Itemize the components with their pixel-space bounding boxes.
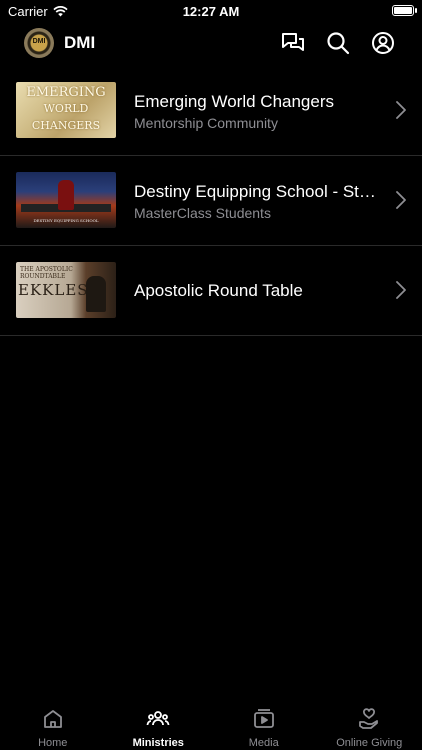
tab-ministries[interactable]: Ministries [106,700,212,750]
list-item[interactable]: THE APOSTOLIC ROUNDTABLE EKKLES Apostoli… [0,246,422,336]
list-item-text: Apostolic Round Table [134,281,382,301]
list-item-title: Apostolic Round Table [134,281,303,300]
tab-label: Ministries [132,737,184,749]
thumb-text: EKKLES [18,281,89,299]
list-item-title: Emerging World Changers [134,92,334,111]
thumb-text: EMERGING [26,85,106,100]
list-item-title: Destiny Equipping School - Students [134,182,382,201]
account-icon[interactable] [370,30,396,56]
thumb-text: WORLD [43,102,89,115]
battery-tip [415,8,417,13]
list-item-text: Emerging World Changers Mentorship Commu… [134,92,382,131]
status-time: 12:27 AM [182,4,240,19]
tab-online-giving[interactable]: Online Giving [317,700,422,750]
chevron-right-icon [396,281,406,299]
tab-home[interactable]: Home [0,700,106,750]
tab-bar: Home Ministries Media Online Giving [0,700,422,750]
thumb-text: DESTINY EQUIPPING SCHOOL [33,218,99,223]
chevron-right-icon [396,101,406,119]
thumb-speaker [86,276,106,312]
status-bar: Carrier 12:27 AM [0,0,422,24]
list-item[interactable]: EMERGING WORLD CHANGERS Emerging World C… [0,66,422,156]
list-item[interactable]: DESTINY EQUIPPING SCHOOL Destiny Equippi… [0,156,422,246]
emerging-world-changers-thumbnail: EMERGING WORLD CHANGERS [16,82,116,138]
tab-label: Home [38,737,68,749]
media-play-icon [253,709,274,728]
ministries-list: EMERGING WORLD CHANGERS Emerging World C… [0,66,422,336]
tab-label: Media [248,737,279,749]
chevron-right-icon [396,191,406,209]
apostolic-round-table-thumbnail: THE APOSTOLIC ROUNDTABLE EKKLES [16,262,116,318]
thumb-warrior [58,180,74,210]
list-item-subtitle: MasterClass Students [134,205,271,221]
list-item-subtitle: Mentorship Community [134,115,278,131]
home-icon [43,710,62,728]
tab-label: Online Giving [336,737,403,749]
thumb-text: CHANGERS [31,119,101,132]
battery-icon [392,5,414,16]
giving-hand-icon [359,708,379,729]
app-title: DMI [64,33,96,52]
list-item-text: Destiny Equipping School - Students Mast… [134,182,382,221]
chat-bubbles-icon[interactable] [280,30,306,56]
dmi-logo[interactable] [24,28,54,58]
app-header: DMI [0,24,422,64]
search-icon[interactable] [325,30,351,56]
tab-media[interactable]: Media [211,700,317,750]
people-icon [146,711,170,726]
destiny-equipping-school-thumbnail: DESTINY EQUIPPING SCHOOL [16,172,116,228]
